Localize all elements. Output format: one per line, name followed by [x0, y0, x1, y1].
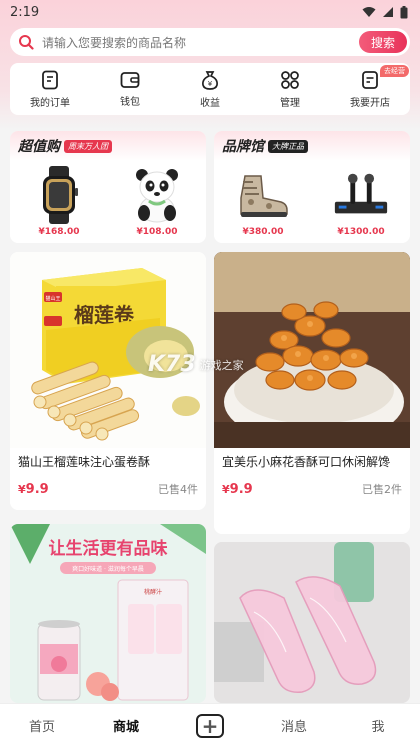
product-title: 猫山王榴莲味注心蛋卷酥	[18, 455, 151, 469]
promo-tag: 大牌正品	[268, 139, 308, 153]
product-title: 宜美乐小麻花香酥可口休闲解馋	[222, 455, 391, 469]
tab-messages[interactable]: 消息	[252, 704, 336, 747]
menu-label: 收益	[200, 97, 220, 109]
menu-label: 我的订单	[30, 97, 70, 109]
menu-item-manage[interactable]: 管理	[250, 63, 330, 115]
microphone-set-image	[334, 173, 388, 214]
promo-card-value[interactable]: 超值购 周末万人团 ¥168.00 ¥108.00	[10, 131, 206, 243]
order-icon	[42, 70, 58, 89]
svg-text:¥: ¥	[208, 80, 213, 88]
product-card[interactable]: 榴莲卷 猫山王 猫山王榴莲味注心蛋卷酥 ¥9.9 已售4件	[10, 252, 206, 510]
promo-title: 品牌馆	[222, 139, 264, 155]
panda-plush-image	[136, 169, 178, 223]
sold-count: 已售2件	[362, 483, 402, 496]
menu-badge: 去经营	[380, 65, 409, 77]
product-price: ¥9.9	[222, 482, 253, 497]
menu-item-wallet[interactable]: 钱包	[90, 63, 170, 115]
tab-mall[interactable]: 商城	[84, 704, 168, 747]
menu-item-orders[interactable]: 我的订单	[10, 63, 90, 115]
shop-icon	[362, 70, 378, 89]
watermark-text: 游戏之家	[199, 358, 244, 372]
promo-title: 超值购	[18, 139, 60, 155]
promo-tag: 周末万人团	[64, 139, 112, 153]
grid-icon	[281, 70, 299, 89]
battery-icon	[400, 5, 408, 18]
status-bar: 2:19	[0, 0, 420, 24]
plus-icon: +	[196, 713, 224, 738]
promo-price: ¥380.00	[242, 227, 284, 237]
promo-product[interactable]: ¥380.00	[228, 165, 298, 237]
product-image: 榴莲卷 猫山王	[10, 252, 206, 448]
can-brand: 桃酵汁	[144, 588, 162, 596]
watermark-logo: K73	[148, 352, 196, 377]
menu-label: 钱包	[120, 96, 140, 108]
banner-text: 让生活更有品味	[49, 538, 168, 559]
quick-menu: 我的订单 钱包 ¥ 收益 管理 去经营 我要开店	[10, 63, 410, 115]
product-card[interactable]	[214, 542, 410, 703]
tab-publish[interactable]: +	[168, 704, 252, 747]
search-bar[interactable]: 请输入您要搜索的商品名称 搜索	[10, 28, 410, 56]
watermark: K73 游戏之家	[148, 352, 244, 377]
promo-product[interactable]: ¥108.00	[122, 165, 192, 237]
promo-card-brand[interactable]: 品牌馆 大牌正品 ¥380.00 ¥1300.00	[214, 131, 410, 243]
search-icon	[19, 35, 34, 50]
product-card[interactable]: 让生活更有品味 爽口好味道 · 滋润每个早晨 桃酵汁	[10, 524, 206, 703]
status-time: 2:19	[10, 4, 40, 20]
tab-me[interactable]: 我	[336, 704, 420, 747]
search-input[interactable]: 请输入您要搜索的商品名称	[42, 34, 359, 51]
product-image	[214, 542, 410, 703]
wallet-icon	[120, 71, 140, 88]
jelly-slippers-image	[214, 542, 410, 703]
menu-label: 我要开店	[350, 97, 390, 109]
mahua-snack-image	[214, 252, 410, 448]
product-card[interactable]: 宜美乐小麻花香酥可口休闲解馋 ¥9.9 已售2件	[214, 252, 410, 534]
boots-image	[240, 175, 288, 217]
search-button[interactable]: 搜索	[359, 31, 407, 53]
menu-label: 管理	[280, 97, 300, 109]
sold-count: 已售4件	[158, 483, 198, 496]
brand-mark: 猫山王	[45, 295, 60, 302]
product-image	[214, 252, 410, 448]
promo-price: ¥168.00	[38, 227, 80, 237]
money-bag-icon: ¥	[202, 70, 218, 90]
signal-icon	[383, 7, 393, 17]
promo-product[interactable]: ¥1300.00	[326, 165, 396, 237]
product-price: ¥9.9	[18, 482, 49, 497]
banner-tagline: 爽口好味道 · 滋润每个早晨	[72, 565, 144, 573]
peach-drink-image: 让生活更有品味 爽口好味道 · 滋润每个早晨 桃酵汁	[10, 524, 206, 703]
menu-item-open-shop[interactable]: 去经营 我要开店	[330, 63, 410, 115]
bottom-tab-bar: 首页 商城 + 消息 我	[0, 703, 420, 747]
tab-home[interactable]: 首页	[0, 704, 84, 747]
promo-price: ¥1300.00	[337, 227, 385, 237]
smartwatch-image	[43, 166, 78, 224]
promo-price: ¥108.00	[136, 227, 178, 237]
menu-item-earnings[interactable]: ¥ 收益	[170, 63, 250, 115]
durian-rolls-image: 榴莲卷 猫山王	[10, 252, 206, 448]
wifi-icon	[362, 7, 376, 17]
product-image: 让生活更有品味 爽口好味道 · 滋润每个早晨 桃酵汁	[10, 524, 206, 703]
promo-product[interactable]: ¥168.00	[24, 165, 94, 237]
